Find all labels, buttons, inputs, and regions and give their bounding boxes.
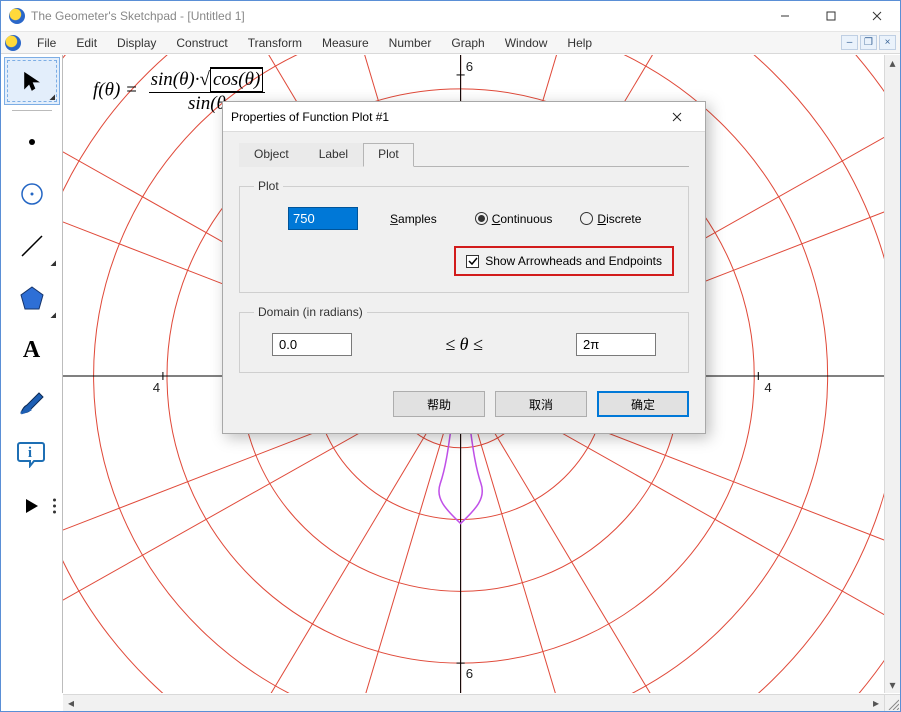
app-icon — [9, 8, 25, 24]
axis-label-top: 6 — [466, 59, 473, 74]
menu-graph[interactable]: Graph — [441, 34, 494, 52]
tool-polygon[interactable] — [4, 274, 60, 322]
svg-text:i: i — [27, 445, 31, 461]
tool-circle[interactable] — [4, 170, 60, 218]
plot-group: Plot SSamplesamples Continuous Discrete … — [239, 179, 689, 293]
menu-measure[interactable]: Measure — [312, 34, 379, 52]
horizontal-scrollbar[interactable]: ◂ ▸ — [63, 694, 884, 711]
resize-grip[interactable] — [884, 694, 900, 711]
scroll-right-icon[interactable]: ▸ — [868, 695, 884, 711]
tool-custom[interactable] — [4, 482, 60, 530]
document-icon — [5, 35, 21, 51]
menu-file[interactable]: File — [27, 34, 66, 52]
domain-inequality: ≤ θ ≤ — [445, 334, 483, 355]
scroll-left-icon[interactable]: ◂ — [63, 695, 79, 711]
menu-construct[interactable]: Construct — [166, 34, 237, 52]
show-arrowheads-checkbox[interactable] — [466, 255, 479, 268]
mdi-restore-button[interactable]: ❐ — [860, 35, 877, 50]
menu-display[interactable]: Display — [107, 34, 166, 52]
formula-numer-left: sin(θ)· — [151, 69, 200, 90]
domain-from-input[interactable] — [272, 333, 352, 356]
tab-plot[interactable]: Plot — [363, 143, 414, 167]
samples-input[interactable] — [288, 207, 358, 230]
tool-line[interactable] — [4, 222, 60, 270]
cancel-button[interactable]: 取消 — [495, 391, 587, 417]
tool-info[interactable]: i — [4, 430, 60, 478]
radio-discrete[interactable]: Discrete — [580, 212, 641, 226]
tool-text[interactable]: A — [4, 326, 60, 374]
tab-label[interactable]: Label — [304, 143, 363, 167]
tool-point[interactable] — [4, 118, 60, 166]
radio-continuous[interactable]: Continuous — [475, 212, 553, 226]
menu-transform[interactable]: Transform — [238, 34, 312, 52]
mdi-close-button[interactable]: × — [879, 35, 896, 50]
show-arrowheads-label: Show Arrowheads and Endpoints — [485, 254, 662, 268]
show-arrowheads-highlight: Show Arrowheads and Endpoints — [454, 246, 674, 276]
window-close-button[interactable] — [854, 1, 900, 32]
vertical-scrollbar[interactable]: ▴ ▾ — [884, 55, 900, 693]
scroll-up-icon[interactable]: ▴ — [885, 55, 900, 71]
scroll-down-icon[interactable]: ▾ — [885, 677, 900, 693]
help-button[interactable]: 帮助 — [393, 391, 485, 417]
tab-object[interactable]: Object — [239, 143, 304, 167]
menu-edit[interactable]: Edit — [66, 34, 107, 52]
tool-marker[interactable] — [4, 378, 60, 426]
domain-group: Domain (in radians) ≤ θ ≤ — [239, 305, 689, 373]
domain-to-input[interactable] — [576, 333, 656, 356]
properties-dialog: Properties of Function Plot #1 Object La… — [222, 101, 706, 434]
samples-label: SSamplesamples — [390, 212, 437, 226]
tool-arrow[interactable] — [4, 57, 60, 105]
formula-numer-abs: cos(θ) — [210, 68, 263, 92]
menu-bar: File Edit Display Construct Transform Me… — [1, 32, 900, 54]
window-maximize-button[interactable] — [808, 1, 854, 32]
window-minimize-button[interactable] — [762, 1, 808, 32]
axis-label-bottom: 6 — [466, 666, 473, 681]
menu-window[interactable]: Window — [495, 34, 558, 52]
axis-label-left: 4 — [153, 380, 160, 395]
axis-label-right: 4 — [764, 380, 771, 395]
menu-help[interactable]: Help — [557, 34, 602, 52]
window-title: The Geometer's Sketchpad - [Untitled 1] — [31, 9, 762, 23]
dialog-title: Properties of Function Plot #1 — [231, 110, 389, 124]
plot-group-label: Plot — [254, 179, 283, 193]
domain-group-label: Domain (in radians) — [254, 305, 367, 319]
dialog-tabs: Object Label Plot — [239, 142, 689, 167]
dialog-close-button[interactable] — [657, 102, 697, 132]
formula-lhs: f(θ) = — [93, 79, 138, 100]
tool-palette: A i — [1, 55, 63, 693]
menu-number[interactable]: Number — [379, 34, 442, 52]
ok-button[interactable]: 确定 — [597, 391, 689, 417]
mdi-minimize-button[interactable]: – — [841, 35, 858, 50]
